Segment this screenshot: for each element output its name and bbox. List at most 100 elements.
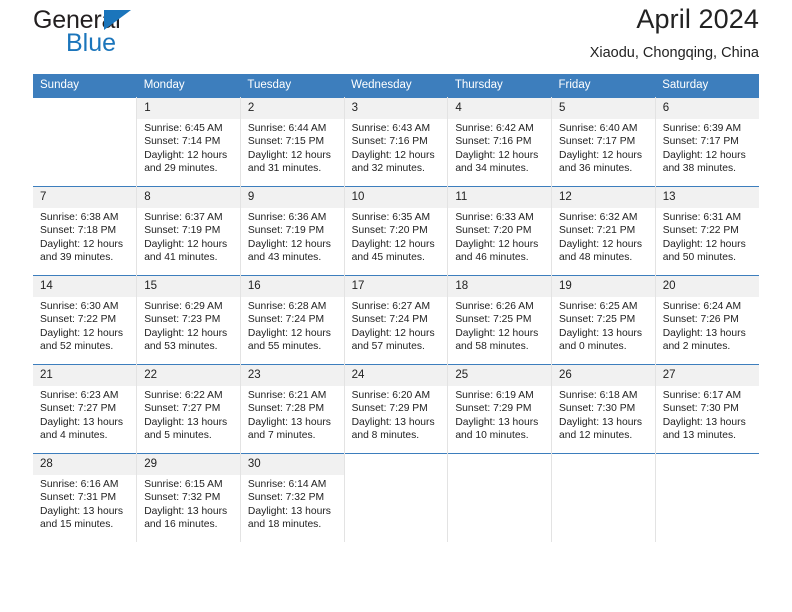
day-details: Sunrise: 6:31 AM Sunset: 7:22 PM Daylight:…: [656, 208, 759, 264]
calendar-day-cell[interactable]: 26 Sunrise: 6:18 AM Sunset: 7:30 PM Dayligh…: [551, 364, 656, 454]
calendar-day-cell[interactable]: 7 Sunrise: 6:38 AM Sunset: 7:18 PM Daylight…: [33, 186, 138, 276]
calendar-day-cell[interactable]: 18 Sunrise: 6:26 AM Sunset: 7:25 PM Dayligh…: [447, 275, 553, 365]
calendar-day-cell[interactable]: 16 Sunrise: 6:28 AM Sunset: 7:24 PM Dayligh…: [240, 275, 345, 365]
day-details: Sunrise: 6:28 AM Sunset: 7:24 PM Daylight:…: [241, 297, 344, 353]
daylight-text-cont: and 38 minutes.: [662, 162, 736, 174]
daylight-text-cont: and 55 minutes.: [247, 340, 322, 352]
calendar-day-cell[interactable]: 17 Sunrise: 6:27 AM Sunset: 7:24 PM Dayligh…: [344, 275, 449, 365]
sunset-text: Sunset: 7:27 PM: [40, 403, 117, 415]
logo-secondary-text: Blue: [66, 29, 117, 57]
sunset-text: Sunset: 7:15 PM: [247, 136, 325, 148]
day-details: Sunrise: 6:17 AM Sunset: 7:30 PM Daylight:…: [656, 386, 759, 442]
day-number: 25: [448, 365, 552, 386]
day-number: 3: [344, 98, 448, 119]
sunset-text: Sunset: 7:21 PM: [559, 225, 636, 237]
title-block: April 2024 Xiaodu, Chongqing, China: [590, 0, 759, 64]
daylight-text-cont: and 31 minutes.: [247, 162, 322, 174]
calendar-empty-cell: [33, 97, 138, 187]
day-number: 1: [137, 98, 240, 119]
daylight-text: Daylight: 13 hours: [247, 416, 331, 428]
calendar-day-cell[interactable]: 11 Sunrise: 6:33 AM Sunset: 7:20 PM Dayligh…: [447, 186, 553, 276]
calendar-day-cell[interactable]: 14 Sunrise: 6:30 AM Sunset: 7:22 PM Dayligh…: [33, 275, 138, 365]
sunrise-text: Sunrise: 6:24 AM: [662, 301, 742, 312]
sunset-text: Sunset: 7:18 PM: [40, 225, 117, 237]
calendar-empty-cell: [655, 453, 759, 542]
page-title: April 2024: [636, 4, 759, 34]
calendar-day-cell[interactable]: 19 Sunrise: 6:25 AM Sunset: 7:25 PM Dayligh…: [551, 275, 656, 365]
daylight-text-cont: and 45 minutes.: [351, 251, 425, 263]
sunset-text: Sunset: 7:25 PM: [559, 314, 636, 326]
day-number: 21: [33, 365, 137, 386]
calendar-day-cell[interactable]: 6 Sunrise: 6:39 AM Sunset: 7:17 PM Daylight…: [655, 97, 759, 187]
daylight-text-cont: and 57 minutes.: [351, 340, 425, 352]
day-details: Sunrise: 6:19 AM Sunset: 7:29 PM Daylight:…: [448, 386, 551, 442]
calendar-day-cell[interactable]: 27 Sunrise: 6:17 AM Sunset: 7:30 PM Dayligh…: [655, 364, 759, 454]
calendar-day-cell[interactable]: 13 Sunrise: 6:31 AM Sunset: 7:22 PM Dayligh…: [655, 186, 759, 276]
day-number: 24: [344, 365, 448, 386]
calendar-day-cell[interactable]: 5 Sunrise: 6:40 AM Sunset: 7:17 PM Daylight…: [551, 97, 656, 187]
sunset-text: Sunset: 7:20 PM: [351, 225, 428, 237]
day-number: 13: [655, 187, 759, 208]
sunrise-text: Sunrise: 6:22 AM: [144, 390, 223, 401]
daylight-text-cont: and 58 minutes.: [455, 340, 529, 352]
calendar-header-row: Sunday Monday Tuesday Wednesday Thursday…: [33, 74, 759, 98]
calendar-day-cell[interactable]: 9 Sunrise: 6:36 AM Sunset: 7:19 PM Daylight…: [240, 186, 345, 276]
daylight-text-cont: and 52 minutes.: [40, 340, 114, 352]
calendar-day-cell[interactable]: 22 Sunrise: 6:22 AM Sunset: 7:27 PM Dayligh…: [136, 364, 241, 454]
calendar-day-cell[interactable]: 3 Sunrise: 6:43 AM Sunset: 7:16 PM Daylight…: [344, 97, 449, 187]
brand-logo[interactable]: General Blue: [33, 7, 243, 67]
sunrise-text: Sunrise: 6:25 AM: [559, 301, 638, 312]
calendar-week-row: 1 Sunrise: 6:45 AM Sunset: 7:14 PM Daylight…: [33, 97, 759, 187]
daylight-text-cont: and 43 minutes.: [247, 251, 322, 263]
daylight-text-cont: and 5 minutes.: [144, 429, 212, 441]
calendar-day-cell[interactable]: 12 Sunrise: 6:32 AM Sunset: 7:21 PM Dayligh…: [551, 186, 656, 276]
daylight-text-cont: and 50 minutes.: [662, 251, 736, 263]
calendar-day-cell[interactable]: 20 Sunrise: 6:24 AM Sunset: 7:26 PM Dayligh…: [655, 275, 759, 365]
calendar-day-cell[interactable]: 1 Sunrise: 6:45 AM Sunset: 7:14 PM Daylight…: [136, 97, 241, 187]
day-number: 11: [448, 187, 552, 208]
daylight-text-cont: and 16 minutes.: [144, 518, 218, 530]
calendar-day-cell[interactable]: 2 Sunrise: 6:44 AM Sunset: 7:15 PM Daylight…: [240, 97, 345, 187]
sunset-text: Sunset: 7:23 PM: [144, 314, 221, 326]
day-number: 8: [137, 187, 240, 208]
daylight-text: Daylight: 12 hours: [351, 238, 435, 250]
daylight-text: Daylight: 12 hours: [40, 238, 123, 250]
sunset-text: Sunset: 7:19 PM: [144, 225, 221, 237]
daylight-text: Daylight: 12 hours: [144, 149, 228, 161]
daylight-text: Daylight: 13 hours: [247, 505, 331, 517]
daylight-text: Daylight: 12 hours: [559, 238, 643, 250]
calendar-day-cell[interactable]: 30 Sunrise: 6:14 AM Sunset: 7:32 PM Dayligh…: [240, 453, 345, 542]
day-number: 28: [33, 454, 137, 475]
calendar-day-cell[interactable]: 15 Sunrise: 6:29 AM Sunset: 7:23 PM Dayligh…: [136, 275, 241, 365]
calendar-day-cell[interactable]: 21 Sunrise: 6:23 AM Sunset: 7:27 PM Dayligh…: [33, 364, 138, 454]
calendar-day-cell[interactable]: 23 Sunrise: 6:21 AM Sunset: 7:28 PM Dayligh…: [240, 364, 345, 454]
daylight-text-cont: and 29 minutes.: [144, 162, 218, 174]
calendar-day-cell[interactable]: 8 Sunrise: 6:37 AM Sunset: 7:19 PM Daylight…: [136, 186, 241, 276]
day-number: 17: [344, 276, 448, 297]
daylight-text-cont: and 34 minutes.: [455, 162, 529, 174]
sunset-text: Sunset: 7:29 PM: [455, 403, 532, 415]
calendar-table: Sunday Monday Tuesday Wednesday Thursday…: [33, 74, 759, 542]
day-number: 12: [552, 187, 655, 208]
daylight-text: Daylight: 12 hours: [662, 238, 746, 250]
day-details: Sunrise: 6:30 AM Sunset: 7:22 PM Daylight:…: [33, 297, 136, 353]
sunset-text: Sunset: 7:29 PM: [351, 403, 428, 415]
triangle-icon: [104, 10, 131, 30]
sunrise-text: Sunrise: 6:44 AM: [247, 123, 327, 134]
calendar-day-cell[interactable]: 24 Sunrise: 6:20 AM Sunset: 7:29 PM Dayligh…: [344, 364, 449, 454]
day-number: 18: [448, 276, 552, 297]
day-number: 6: [655, 98, 759, 119]
calendar-day-cell[interactable]: 28 Sunrise: 6:16 AM Sunset: 7:31 PM Dayligh…: [33, 453, 138, 542]
weekday-header-saturday: Saturday: [655, 74, 759, 98]
day-number: 27: [655, 365, 759, 386]
sunrise-text: Sunrise: 6:20 AM: [351, 390, 431, 401]
day-number: 20: [655, 276, 759, 297]
daylight-text-cont: and 48 minutes.: [559, 251, 633, 263]
calendar-day-cell[interactable]: 10 Sunrise: 6:35 AM Sunset: 7:20 PM Dayligh…: [344, 186, 449, 276]
calendar-day-cell[interactable]: 4 Sunrise: 6:42 AM Sunset: 7:16 PM Daylight…: [447, 97, 553, 187]
day-details: Sunrise: 6:35 AM Sunset: 7:20 PM Daylight:…: [345, 208, 448, 264]
calendar-day-cell[interactable]: 25 Sunrise: 6:19 AM Sunset: 7:29 PM Dayligh…: [447, 364, 553, 454]
calendar-day-cell[interactable]: 29 Sunrise: 6:15 AM Sunset: 7:32 PM Dayligh…: [136, 453, 241, 542]
daylight-text: Daylight: 13 hours: [662, 327, 746, 339]
daylight-text-cont: and 53 minutes.: [144, 340, 218, 352]
